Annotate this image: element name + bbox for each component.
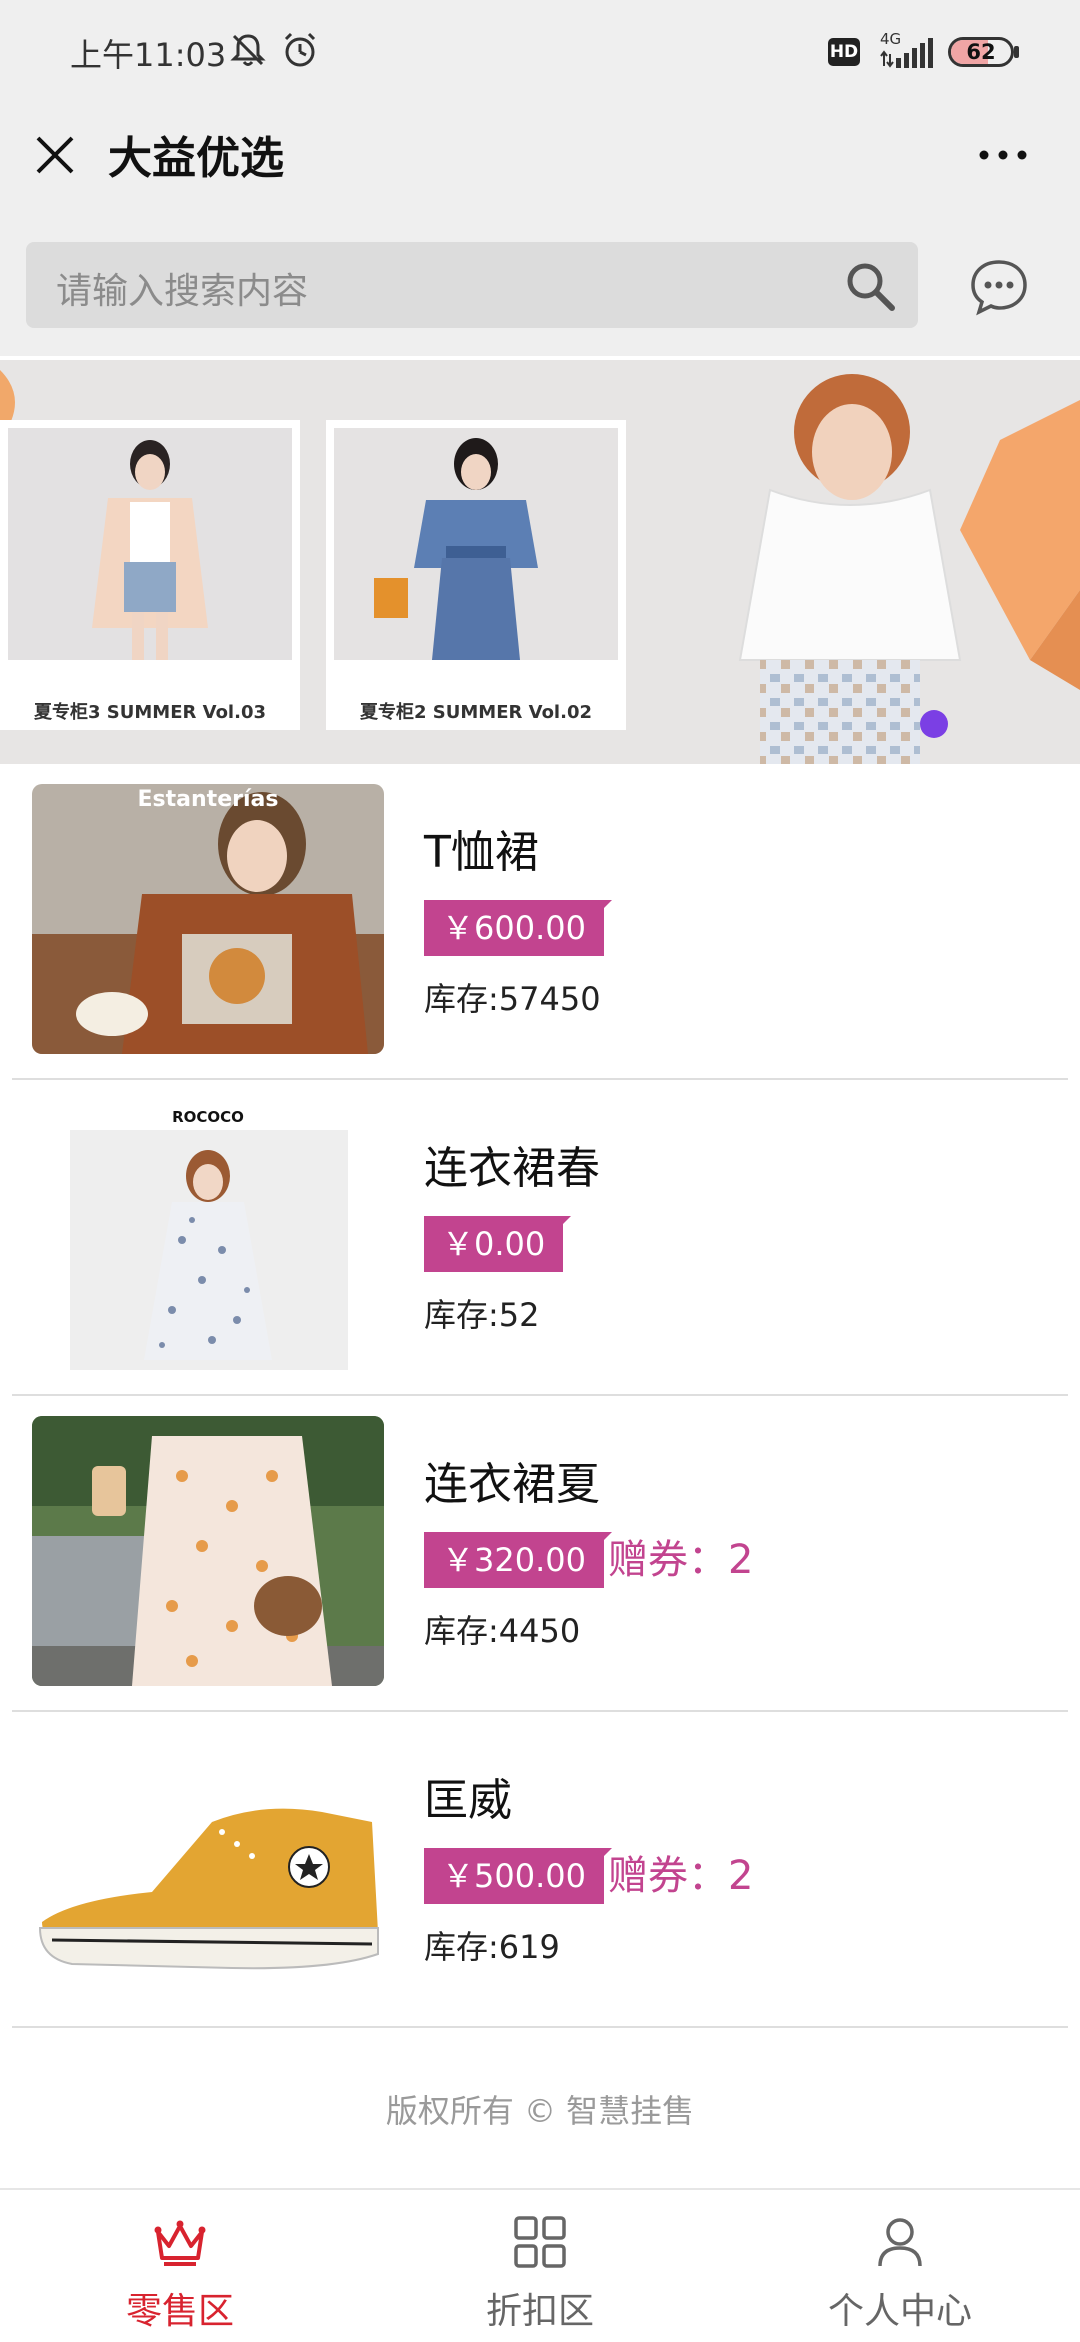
battery-level: 62 — [966, 40, 996, 64]
search-placeholder: 请输入搜索内容 — [56, 271, 309, 312]
status-time: 上午11:03 — [70, 36, 227, 74]
banner-card[interactable]: 夏专柜2 SUMMER Vol.02 — [326, 420, 626, 730]
product-image-label: Estanterías — [138, 787, 279, 812]
product-name: 连衣裙夏 — [424, 1459, 600, 1510]
search-icon[interactable] — [840, 256, 900, 316]
banner-carousel[interactable]: 夏专柜3 SUMMER Vol.03 夏专柜2 SUMMER Vol.02 — [0, 360, 1080, 764]
coupon-label: 赠券：2 — [608, 1537, 754, 1583]
product-image[interactable] — [32, 1732, 384, 2002]
tab-profile[interactable]: 个人中心 — [720, 2190, 1080, 2342]
price-tag: ￥320.00 — [424, 1532, 612, 1588]
product-image[interactable] — [32, 1416, 384, 1686]
banner-photo — [8, 428, 292, 660]
copyright-text: 版权所有 © 智慧挂售 — [385, 2092, 695, 2130]
tab-label: 个人中心 — [827, 2291, 972, 2332]
product-name: 连衣裙春 — [424, 1143, 600, 1194]
tab-label: 零售区 — [125, 2291, 234, 2332]
banner-caption: 夏专柜3 SUMMER Vol.03 — [34, 702, 266, 723]
battery-icon: 62 — [948, 37, 1014, 67]
product-image[interactable]: Estanterías — [32, 784, 384, 1054]
price-tag: ￥600.00 — [424, 900, 612, 956]
list-item[interactable]: Estanterías T恤裙 ￥600.00 库存:57450 — [0, 764, 1080, 1080]
close-icon[interactable] — [24, 124, 86, 186]
crown-icon — [150, 2212, 210, 2272]
page-title: 大益优选 — [108, 133, 284, 184]
status-bar: 上午11:03 HD 4G 62 — [0, 0, 1080, 100]
list-item[interactable]: 连衣裙夏 ￥320.00 赠券：2 库存:4450 — [0, 1396, 1080, 1712]
stock-label: 库存:4450 — [424, 1612, 581, 1650]
tab-label: 折扣区 — [485, 2291, 594, 2332]
tab-bar: 零售区 折扣区 个人中心 — [0, 2188, 1080, 2340]
product-name: T恤裙 — [424, 827, 539, 878]
tab-retail[interactable]: 零售区 — [0, 2190, 360, 2342]
banner-card[interactable]: 夏专柜3 SUMMER Vol.03 — [0, 420, 300, 730]
more-icon[interactable] — [970, 130, 1036, 180]
banner-caption: 夏专柜2 SUMMER Vol.02 — [360, 702, 592, 723]
stock-label: 库存:52 — [424, 1296, 540, 1334]
coupon-label: 赠券：2 — [608, 1853, 754, 1899]
grid-icon — [510, 2212, 570, 2272]
product-list: Estanterías T恤裙 ￥600.00 库存:57450 ROCOCO — [0, 764, 1080, 2028]
stock-label: 库存:57450 — [424, 980, 601, 1018]
price-tag: ￥500.00 — [424, 1848, 612, 1904]
stock-label: 库存:619 — [424, 1928, 560, 1966]
signal-icon — [880, 38, 934, 68]
alarm-icon — [280, 30, 320, 70]
hd-badge: HD — [828, 38, 860, 66]
nav-bar: 大益优选 — [0, 100, 1080, 210]
person-icon — [870, 2212, 930, 2272]
tab-discount[interactable]: 折扣区 — [360, 2190, 720, 2342]
product-name: 匡威 — [424, 1775, 512, 1826]
list-item[interactable]: ROCOCO 连衣裙春 ￥0.00 库存:52 — [0, 1080, 1080, 1396]
list-item[interactable]: 匡威 ￥500.00 赠券：2 库存:619 — [0, 1712, 1080, 2028]
message-icon[interactable] — [966, 256, 1032, 316]
header-area: 上午11:03 HD 4G 62 大益优选 请输入搜索内容 — [0, 0, 1080, 356]
battery-nub — [1014, 46, 1019, 58]
product-image[interactable]: ROCOCO — [32, 1100, 384, 1370]
product-image-label: ROCOCO — [172, 1108, 244, 1126]
price-tag: ￥0.00 — [424, 1216, 572, 1272]
divider — [12, 2026, 1068, 2028]
search-input[interactable]: 请输入搜索内容 — [26, 242, 918, 328]
banner-photo — [334, 428, 618, 660]
mute-bell-icon — [228, 30, 268, 70]
